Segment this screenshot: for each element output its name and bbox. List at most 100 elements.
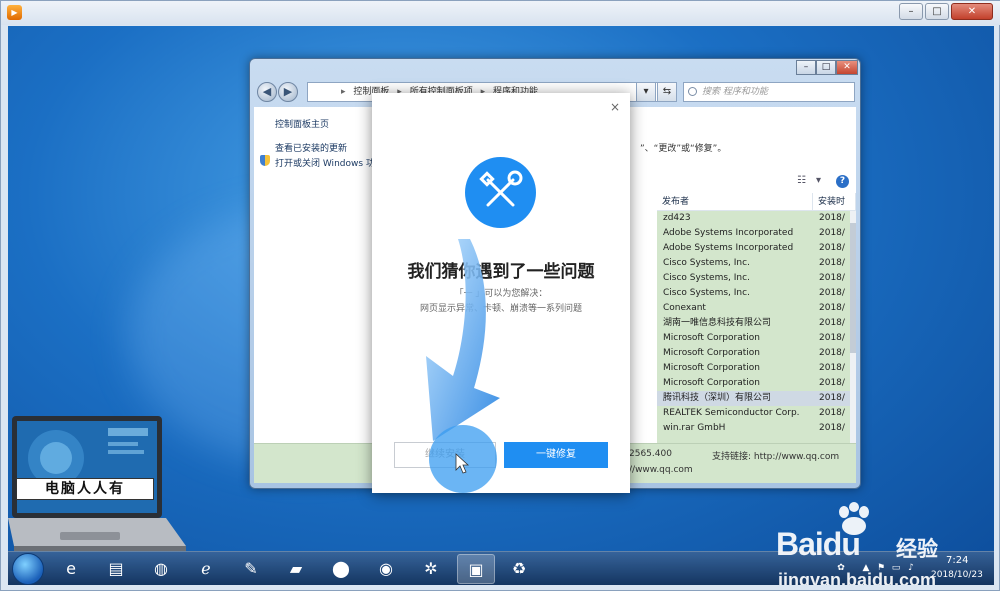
recycle-bin-icon[interactable]: ♻ [500,554,538,584]
clock-time[interactable]: 7:24 [946,555,968,566]
pinwheel-icon[interactable]: ✲ [412,554,450,584]
date-cell: 2018/ [819,228,845,238]
one-click-fix-button[interactable]: 一键修复 [504,442,608,468]
search-placeholder: 搜索 程序和功能 [702,87,768,97]
forward-icon[interactable]: ▶ [278,82,298,102]
list-item[interactable]: Cisco Systems, Inc. 2018/ [657,286,850,301]
publisher-cell: Microsoft Corporation [663,348,760,358]
detail-version: 2565.400 [629,449,672,459]
close-icon[interactable]: × [610,100,620,114]
control-panel-icon[interactable]: ▣ [457,554,495,584]
publisher-cell: 腾讯科技（深圳）有限公司 [663,393,772,403]
list-item[interactable]: REALTEK Semiconductor Corp. 2018/ [657,406,850,421]
column-header-publisher[interactable]: 发布者 [657,193,813,211]
list-item[interactable]: Microsoft Corporation 2018/ [657,361,850,376]
help-icon[interactable]: ? [836,175,849,188]
continue-install-button[interactable]: 继续安装 [394,442,496,468]
media-icon[interactable]: ◉ [367,554,405,584]
program-list: zd423 2018/ Adobe Systems Incorporated 201… [657,211,850,443]
page-description: ”、“更改”或“修复”。 [640,144,727,154]
maximize-icon[interactable]: □ [925,3,949,20]
list-item[interactable]: Adobe Systems Incorporated 2018/ [657,241,850,256]
date-cell: 2018/ [819,318,845,328]
sidebar-link-home[interactable]: 控制面板主页 [275,117,329,130]
view-dropdown-icon[interactable]: ▾ [816,175,821,186]
player-window: ▶ – □ ✕ – □ ✕ ◀ ▶ ▸ 控制面板 ▸ 所有控制面板项 ▸ 程序和… [0,0,1000,591]
publisher-cell: Conexant [663,303,706,313]
list-item[interactable]: Cisco Systems, Inc. 2018/ [657,256,850,271]
breadcrumb-separator: ▸ [341,87,346,97]
list-item-selected[interactable]: 腾讯科技（深圳）有限公司 2018/ [657,391,850,406]
desktop: – □ ✕ ◀ ▶ ▸ 控制面板 ▸ 所有控制面板项 ▸ 程序和功能 ▾ ⇆ 搜… [8,26,994,585]
list-item[interactable]: Microsoft Corporation 2018/ [657,331,850,346]
date-cell: 2018/ [819,333,845,343]
baidu-logo-part1: Bai [776,526,824,562]
date-cell: 2018/ [819,303,845,313]
player-app-icon: ▶ [7,5,22,20]
sidebar-link-updates[interactable]: 查看已安装的更新 [275,141,347,154]
date-cell: 2018/ [819,243,845,253]
list-item[interactable]: Adobe Systems Incorporated 2018/ [657,226,850,241]
cp-close-icon[interactable]: ✕ [836,60,858,75]
search-input[interactable]: 搜索 程序和功能 [683,82,855,102]
logo-caption: 电脑人人有 [16,478,154,500]
minimize-icon[interactable]: – [899,3,923,20]
start-button[interactable] [12,553,44,585]
publisher-cell: Cisco Systems, Inc. [663,273,750,283]
publisher-cell: Microsoft Corporation [663,333,760,343]
date-cell: 2018/ [819,408,845,418]
date-cell: 2018/ [819,288,845,298]
baidu-logo-part2: du [822,526,861,562]
detail-url[interactable]: //www.qq.com [629,465,693,475]
list-item[interactable]: 湖南一唯信息科技有限公司 2018/ [657,316,850,331]
list-item[interactable]: Cisco Systems, Inc. 2018/ [657,271,850,286]
address-dropdown-icon[interactable]: ▾ [636,82,656,102]
list-item[interactable]: Microsoft Corporation 2018/ [657,346,850,361]
date-cell: 2018/ [819,213,845,223]
back-icon[interactable]: ◀ [257,82,277,102]
network-icon[interactable]: ◍ [142,554,180,584]
cp-sidebar: 控制面板主页 查看已安装的更新 打开或关闭 Windows 功 [254,107,375,483]
date-cell: 2018/ [819,363,845,373]
list-item[interactable]: Microsoft Corporation 2018/ [657,376,850,391]
column-header-date[interactable]: 安装时 [813,193,856,211]
ie-icon[interactable]: e [52,554,90,584]
publisher-cell: Microsoft Corporation [663,363,760,373]
search-icon [688,87,697,96]
publisher-cell: Cisco Systems, Inc. [663,258,750,268]
sidebar-link-features[interactable]: 打开或关闭 Windows 功 [275,156,375,169]
list-item[interactable]: Conexant 2018/ [657,301,850,316]
dialog-title: 我们猜你遇到了一些问题 [407,262,595,282]
clock-date[interactable]: 2018/10/23 [931,570,983,580]
publisher-cell: Microsoft Corporation [663,378,760,388]
date-cell: 2018/ [819,273,845,283]
vertical-scrollbar[interactable] [850,211,856,443]
folder-icon[interactable]: ▰ [277,554,315,584]
ie-icon[interactable]: ℯ [187,554,225,584]
view-icon[interactable]: ☷ [797,175,806,186]
chess-icon[interactable]: ⬤ [322,554,360,584]
detail-support-link[interactable]: 支持链接: http://www.qq.com [712,449,839,462]
refresh-icon[interactable]: ⇆ [657,82,677,102]
dialog-description: 网页显示异常、卡顿、崩溃等一系列问题 [419,304,582,314]
list-item[interactable]: zd423 2018/ [657,211,850,226]
list-item[interactable]: win.rar GmbH 2018/ [657,421,850,436]
date-cell: 2018/ [819,423,845,433]
close-icon[interactable]: ✕ [951,3,993,20]
folder-icon[interactable]: ▤ [97,554,135,584]
publisher-cell: Adobe Systems Incorporated [663,228,794,238]
laptop-logo: 电脑人人有 [8,414,186,556]
date-cell: 2018/ [819,348,845,358]
date-cell: 2018/ [819,393,845,403]
paint-icon[interactable]: ✎ [232,554,270,584]
repair-dialog: × 我们猜你遇到了一些问题 「一 」可以为您解决： 网页显示异常、卡顿、崩溃等一… [372,93,630,493]
cp-minimize-icon[interactable]: – [796,60,816,75]
cp-maximize-icon[interactable]: □ [816,60,836,75]
baidu-url: jingyan.baidu.com [778,570,937,585]
baidu-logo: Baidu [776,526,861,563]
scrollbar-thumb[interactable] [850,223,856,353]
wrench-screwdriver-icon [465,157,536,228]
shield-icon [260,155,270,166]
publisher-cell: win.rar GmbH [663,423,726,433]
publisher-cell: REALTEK Semiconductor Corp. [663,408,800,418]
